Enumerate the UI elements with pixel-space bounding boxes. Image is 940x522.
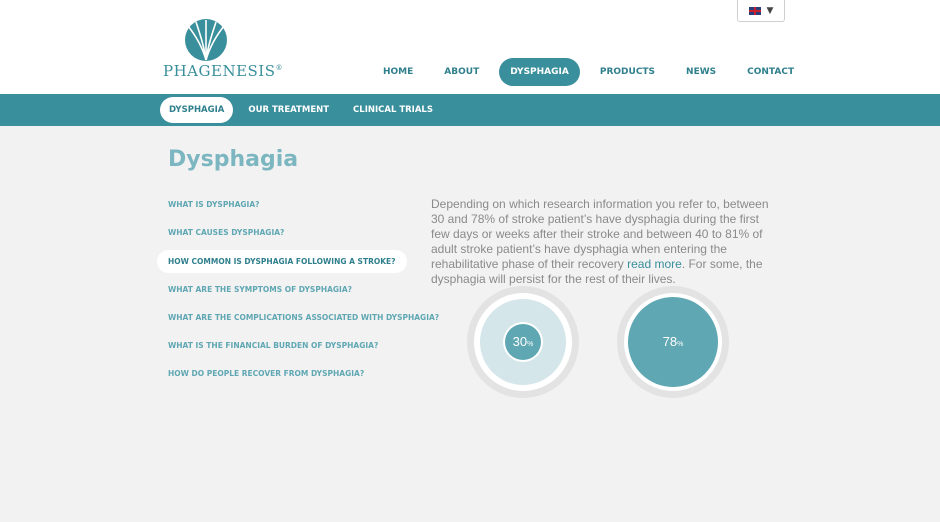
uk-flag-icon (748, 6, 761, 15)
nav-dysphagia[interactable]: DYSPHAGIA (499, 58, 580, 86)
read-more-link[interactable]: read more (627, 257, 682, 271)
stat-value: 78% (662, 334, 684, 349)
side-menu-item[interactable]: WHAT ARE THE SYMPTOMS OF DYSPHAGIA? (157, 278, 397, 301)
sub-nav-bar: DYSPHAGIA OUR TREATMENT CLINICAL TRIALS (0, 94, 940, 126)
site-header: PHAGENESIS® ▼ HOME ABOUT DYSPHAGIA PRODU… (0, 0, 940, 94)
side-menu-item[interactable]: WHAT IS DYSPHAGIA? (157, 193, 397, 216)
nav-contact[interactable]: CONTACT (736, 58, 805, 86)
nav-home[interactable]: HOME (372, 58, 424, 86)
page-title: Dysphagia (168, 147, 299, 172)
nav-about[interactable]: ABOUT (433, 58, 490, 86)
nav-products[interactable]: PRODUCTS (589, 58, 666, 86)
stat-circle-78: 78% (617, 286, 729, 398)
language-selector[interactable]: ▼ (737, 0, 785, 22)
intro-paragraph: Depending on which research information … (431, 197, 769, 286)
stat-value: 30% (512, 334, 534, 349)
nav-news[interactable]: NEWS (675, 58, 727, 86)
subnav-dysphagia[interactable]: DYSPHAGIA (160, 97, 234, 123)
brand-wordmark[interactable]: PHAGENESIS® (163, 62, 283, 80)
sub-nav: DYSPHAGIA OUR TREATMENT CLINICAL TRIALS (160, 97, 448, 123)
stat-circle-30: 30% (467, 286, 579, 398)
side-menu-item[interactable]: WHAT IS THE FINANCIAL BURDEN OF DYSPHAGI… (157, 334, 397, 357)
side-menu-item-active[interactable]: HOW COMMON IS DYSPHAGIA FOLLOWING A STRO… (157, 250, 407, 273)
side-menu-item[interactable]: WHAT CAUSES DYSPHAGIA? (157, 221, 397, 244)
side-menu: WHAT IS DYSPHAGIA? WHAT CAUSES DYSPHAGIA… (157, 193, 439, 390)
subnav-clinical-trials[interactable]: CLINICAL TRIALS (344, 97, 442, 123)
chevron-down-icon: ▼ (766, 5, 774, 16)
subnav-our-treatment[interactable]: OUR TREATMENT (239, 97, 338, 123)
side-menu-item[interactable]: WHAT ARE THE COMPLICATIONS ASSOCIATED WI… (157, 306, 439, 329)
main-nav: HOME ABOUT DYSPHAGIA PRODUCTS NEWS CONTA… (372, 58, 814, 86)
side-menu-item[interactable]: HOW DO PEOPLE RECOVER FROM DYSPHAGIA? (157, 362, 397, 385)
